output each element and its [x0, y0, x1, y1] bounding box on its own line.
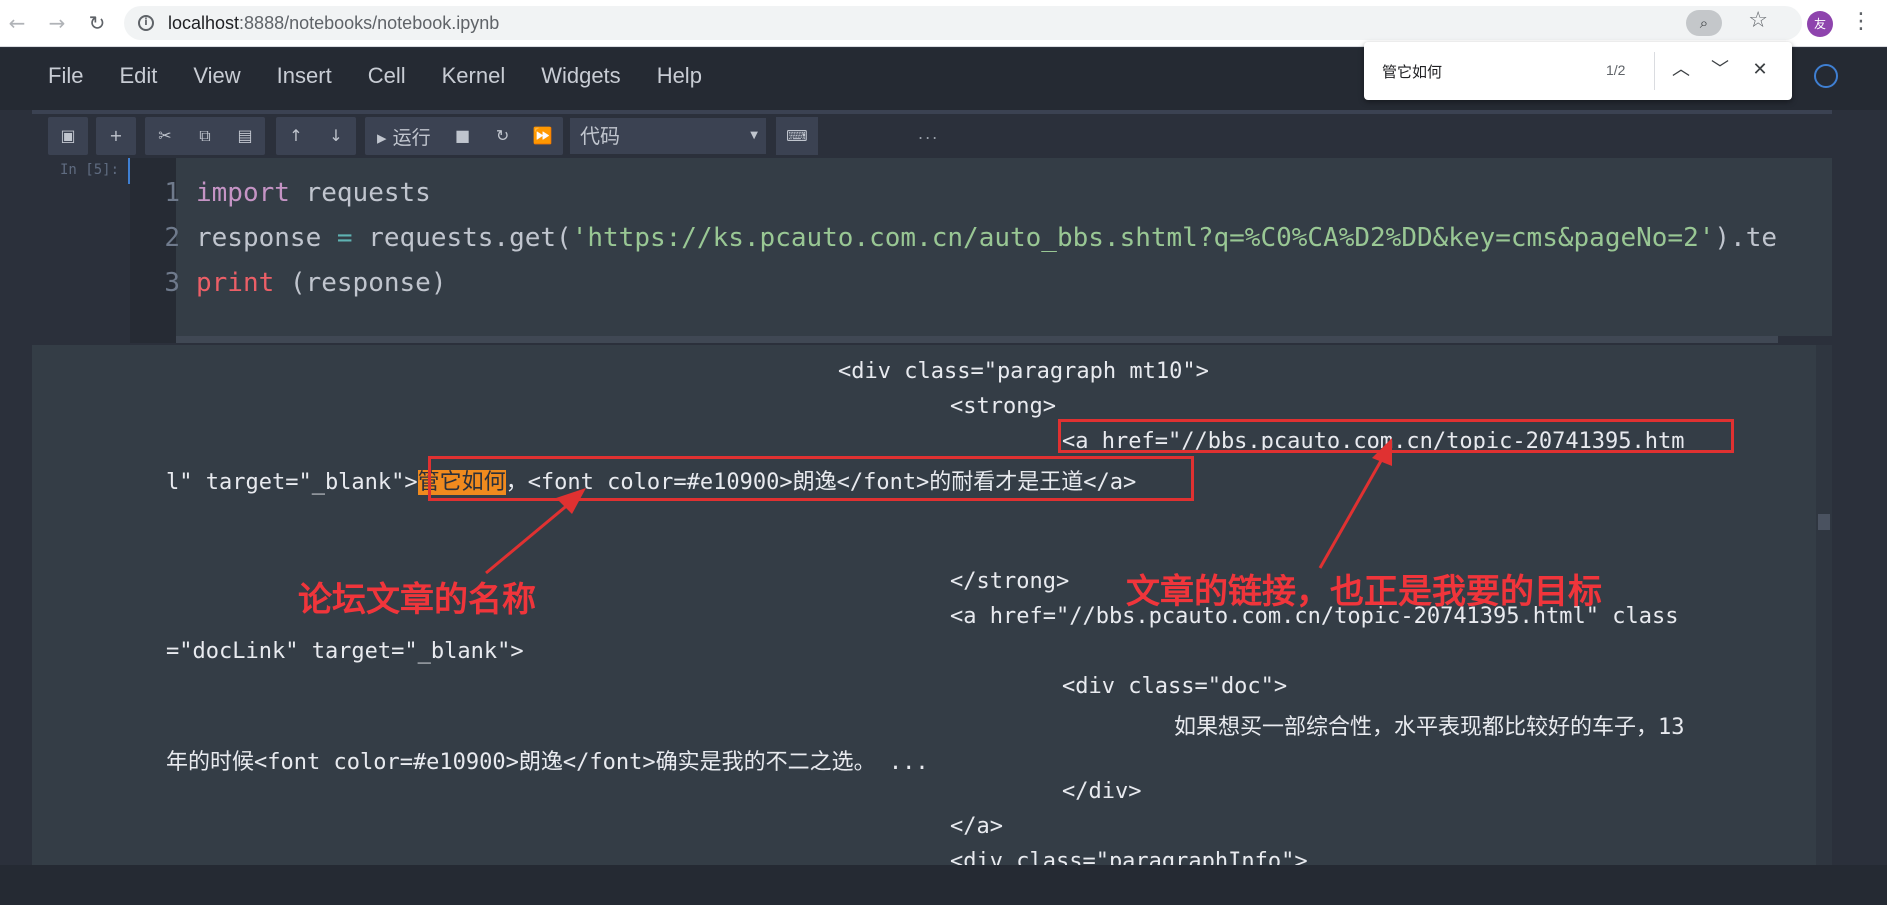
clipboard-group: ✂ ⧉ ▤ [145, 117, 265, 155]
chevron-up-icon[interactable]: ︿ [1667, 56, 1695, 84]
stop-icon[interactable]: ■ [443, 117, 483, 155]
find-match-count: 1/2 [1606, 62, 1626, 78]
output-text: l" target="_blank"> [166, 470, 418, 495]
move-group: ↑ ↓ [276, 117, 356, 155]
chevron-down-icon[interactable]: ﹀ [1706, 56, 1734, 84]
operator: = [336, 223, 353, 253]
insert-group: + [96, 117, 136, 155]
profile-avatar[interactable]: 友 [1807, 11, 1833, 37]
code-line-2[interactable]: response = requests.get('https://ks.pcau… [196, 223, 1777, 263]
add-cell-icon[interactable]: + [96, 117, 136, 155]
restart-icon[interactable]: ↻ [483, 117, 523, 155]
code-text: ).te [1714, 223, 1778, 253]
output-line: <div class="doc"> [1062, 674, 1288, 699]
line-number: 3 [164, 268, 180, 298]
line-number: 2 [164, 223, 180, 253]
find-divider [1654, 52, 1655, 90]
url-text[interactable]: localhost:8888/notebooks/notebook.ipynb [168, 13, 499, 34]
find-bar: 管它如何 1/2 ︿ ﹀ ✕ [1364, 42, 1792, 100]
cut-icon[interactable]: ✂ [145, 117, 185, 155]
output-scrollbar-thumb[interactable] [1818, 514, 1830, 530]
browser-menu-icon[interactable]: ⋮ [1850, 9, 1872, 35]
url-host: localhost [168, 13, 240, 33]
output-line: </a> [950, 814, 1003, 839]
line-number: 1 [164, 178, 180, 208]
output-line: </strong> [950, 569, 1070, 594]
menu-help[interactable]: Help [639, 63, 720, 89]
output-line: <strong> [950, 394, 1056, 419]
output-scrollbar[interactable] [1816, 345, 1832, 865]
menu-file[interactable]: File [30, 63, 101, 89]
fast-forward-icon[interactable]: ⏩ [523, 117, 563, 155]
output-line: 如果想买一部综合性，水平表现都比较好的车子，13 [1174, 715, 1685, 740]
keyword-import: import [196, 178, 290, 208]
cell-type-value: 代码 [580, 124, 620, 148]
menu-kernel[interactable]: Kernel [424, 63, 524, 89]
run-button[interactable]: ▸ 运行 [365, 123, 443, 150]
menu-edit[interactable]: Edit [101, 63, 175, 89]
dropdown-arrow-icon: ▼ [750, 130, 758, 141]
code-text: requests.get( [352, 223, 572, 253]
annotation-article-link: 文章的链接，也正是我要的目标 [1126, 572, 1602, 612]
url-path: :8888/notebooks/notebook.ipynb [239, 13, 500, 33]
cell-prompt: In [5]: [60, 162, 120, 178]
info-icon[interactable]: i [138, 15, 154, 31]
browser-toolbar: ← → ↻ i localhost:8888/notebooks/noteboo… [0, 0, 1887, 47]
save-group: ▣ [48, 117, 88, 155]
save-icon[interactable]: ▣ [48, 117, 88, 155]
address-bar[interactable]: i localhost:8888/notebooks/notebook.ipyn… [124, 6, 1802, 40]
link-highlight-box [1058, 419, 1734, 453]
close-icon[interactable]: ✕ [1746, 56, 1774, 84]
output-line: 年的时候<font color=#e10900>朗逸</font>确实是我的不二… [166, 750, 929, 775]
menu-widgets[interactable]: Widgets [523, 63, 638, 89]
toolbar-more: ... [918, 124, 940, 143]
page-bottom [0, 865, 1887, 905]
keyboard-icon[interactable]: ⌨ [776, 117, 818, 155]
print-builtin: print [196, 268, 275, 298]
menu-bar: File Edit View Insert Cell Kernel Widget… [30, 63, 720, 89]
output-line: <div class="paragraph mt10"> [838, 359, 1209, 384]
move-up-icon[interactable]: ↑ [276, 117, 316, 155]
bookmark-star-icon[interactable]: ☆ [1748, 8, 1768, 33]
output-line: ="docLink" target="_blank"> [166, 639, 524, 664]
annotation-article-title: 论坛文章的名称 [298, 580, 536, 620]
kernel-status-circle-icon [1814, 64, 1838, 88]
title-highlight-box [428, 456, 1194, 501]
code-text: requests [289, 178, 431, 208]
back-arrow-icon[interactable]: ← [4, 10, 30, 36]
find-input[interactable]: 管它如何 [1382, 61, 1442, 82]
menu-cell[interactable]: Cell [350, 63, 424, 89]
reload-icon[interactable]: ↻ [84, 10, 110, 36]
output-line: <div class="paragraphInfo"> [950, 849, 1308, 865]
move-down-icon[interactable]: ↓ [316, 117, 356, 155]
forward-arrow-icon[interactable]: → [44, 10, 70, 36]
cell-type-select[interactable]: 代码 ▼ [570, 118, 766, 154]
menu-view[interactable]: View [175, 63, 258, 89]
url-string: 'https://ks.pcauto.com.cn/auto_bbs.shtml… [571, 223, 1715, 253]
output-line: </div> [1062, 779, 1142, 804]
editor-horizontal-scrollbar[interactable] [176, 336, 1778, 343]
copy-icon[interactable]: ⧉ [185, 117, 225, 155]
find-in-page-icon[interactable]: ⌕ [1686, 10, 1722, 36]
paste-icon[interactable]: ▤ [225, 117, 265, 155]
code-line-3[interactable]: print (response) [196, 268, 446, 308]
code-line-1[interactable]: import requests [196, 178, 431, 218]
run-label: 运行 [392, 126, 431, 149]
menu-insert[interactable]: Insert [259, 63, 350, 89]
run-group: ▸ 运行 ■ ↻ ⏩ [365, 117, 563, 155]
code-text: response [196, 223, 337, 253]
code-text: (response) [274, 268, 447, 298]
